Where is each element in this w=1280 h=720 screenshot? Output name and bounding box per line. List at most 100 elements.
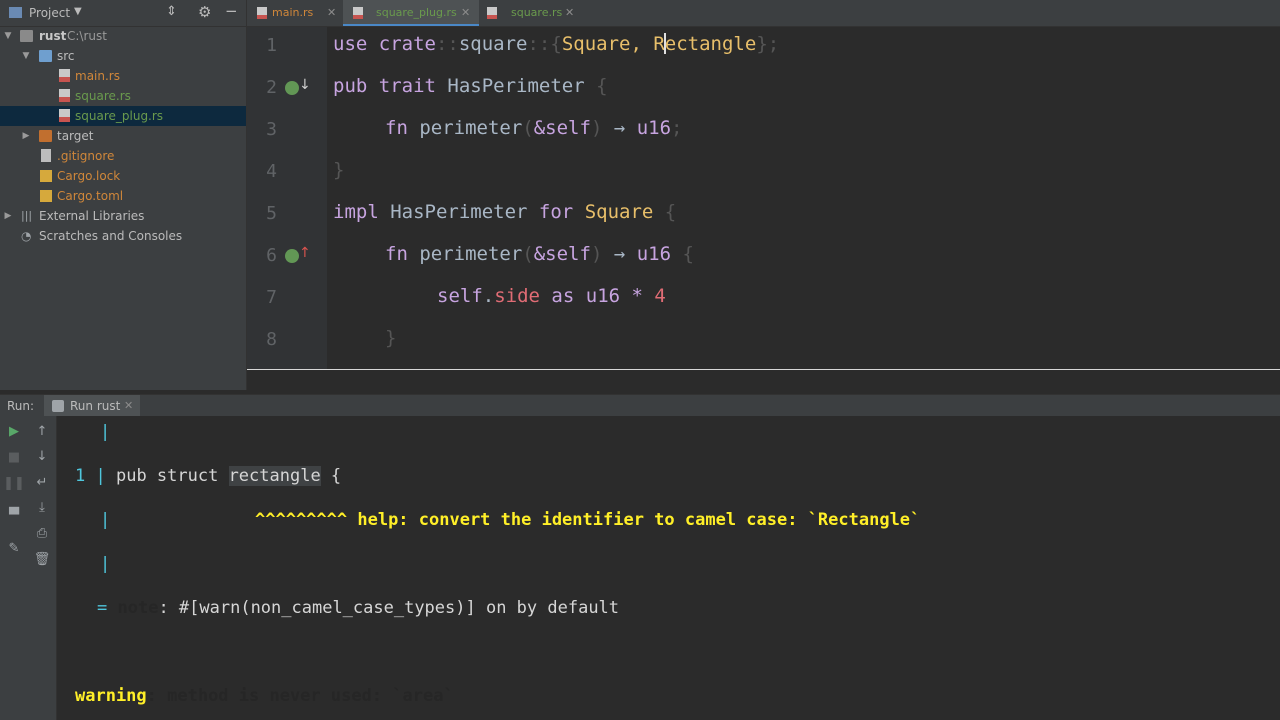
code-line-1: use crate::square::{Square, Rectangle};: [333, 33, 780, 55]
implementing-icon[interactable]: [285, 249, 299, 263]
rust-file-icon: [487, 7, 497, 19]
editor-divider[interactable]: [247, 369, 1280, 370]
tree-item-external-libraries[interactable]: ▶ ||| External Libraries: [0, 206, 246, 226]
tree-item-square-plug-rs[interactable]: square_plug.rs: [0, 106, 246, 126]
close-icon[interactable]: ✕: [565, 0, 574, 26]
up-icon[interactable]: ↑: [28, 420, 56, 444]
chevron-down-icon[interactable]: ▼: [20, 46, 32, 66]
trash-icon[interactable]: 🗑: [28, 548, 56, 572]
tree-item-label: square.rs: [75, 89, 131, 103]
arrow-up-icon[interactable]: ↑: [299, 245, 311, 261]
code-line-8: }: [385, 327, 397, 349]
line-number: 3: [266, 119, 277, 140]
console-line: |: [100, 422, 111, 442]
tree-item-label: rust: [39, 29, 67, 43]
tree-item-target[interactable]: ▶ target: [0, 126, 246, 146]
arrow-down-icon[interactable]: ↓: [299, 77, 311, 93]
tree-item-label: .gitignore: [57, 149, 115, 163]
tree-item-main-rs[interactable]: main.rs: [0, 66, 246, 86]
tree-item-label: src: [57, 49, 75, 63]
cargo-file-icon: [40, 170, 52, 182]
tree-item-cargo-toml[interactable]: Cargo.toml: [0, 186, 246, 206]
chevron-down-icon[interactable]: ▼: [2, 26, 14, 46]
tree-item-path: C:\rust: [67, 29, 107, 43]
project-view-icon: [9, 7, 22, 18]
run-tab-label: Run rust: [70, 399, 121, 413]
tab-main-rs[interactable]: main.rs ✕: [247, 0, 341, 26]
tree-item-scratches[interactable]: ◔ Scratches and Consoles: [0, 226, 246, 246]
line-number: 8: [266, 329, 277, 350]
tree-item-src[interactable]: ▼ src: [0, 46, 246, 66]
tree-item-label: Cargo.toml: [57, 189, 124, 203]
project-panel: Project ▼ ⇕ ⚙ − ▼ rust C:\rust ▼ src mai…: [0, 0, 247, 390]
code-line-5: impl HasPerimeter for Square {: [333, 201, 677, 223]
tree-item-cargo-lock[interactable]: Cargo.lock: [0, 166, 246, 186]
minimize-icon[interactable]: −: [225, 2, 238, 20]
chevron-right-icon[interactable]: ▶: [20, 126, 32, 146]
code-line-6: fn perimeter(&self) → u16 {: [385, 243, 694, 265]
chevron-right-icon[interactable]: ▶: [2, 206, 14, 226]
stop-icon[interactable]: ■: [0, 446, 28, 470]
tree-item-rust[interactable]: ▼ rust C:\rust: [0, 26, 246, 46]
close-icon[interactable]: ✕: [124, 399, 133, 412]
tab-run-rust[interactable]: Run rust ✕: [44, 395, 140, 417]
tab-square-rs[interactable]: square.rs ✕: [481, 0, 581, 26]
run-panel-header: Run: Run rust ✕: [0, 394, 1280, 417]
code-line-2: pub trait HasPerimeter {: [333, 75, 608, 97]
line-number: 7: [266, 287, 277, 308]
scroll-to-end-icon[interactable]: ⤓: [28, 496, 56, 520]
pin-icon[interactable]: ✎: [0, 537, 28, 561]
tree-item-gitignore[interactable]: .gitignore: [0, 146, 246, 166]
run-config-icon: [52, 400, 64, 412]
text-file-icon: [41, 149, 51, 162]
console-line: |: [100, 554, 111, 574]
close-icon[interactable]: ✕: [327, 0, 336, 26]
line-number: 6: [266, 245, 277, 266]
run-toolbar: ▶ ■ ❚❚ ▀ ✎ ↑ ↓ ↵ ⤓ ⎙ 🗑: [0, 416, 57, 720]
folder-icon: [20, 30, 33, 42]
code-line-4: }: [333, 159, 345, 181]
code-line-3: fn perimeter(&self) → u16;: [385, 117, 683, 139]
line-number: 2: [266, 77, 277, 98]
rust-file-icon: [59, 109, 70, 122]
pause-icon[interactable]: ❚❚: [0, 472, 28, 496]
line-number: 5: [266, 203, 277, 224]
folder-icon: [39, 130, 52, 142]
scratches-icon: ◔: [21, 229, 32, 243]
tree-item-label: External Libraries: [39, 209, 145, 223]
editor-tab-bar: main.rs ✕ square_plug.rs ✕ square.rs ✕: [247, 0, 1280, 27]
rust-file-icon: [257, 7, 267, 19]
tree-item-label: Cargo.lock: [57, 169, 121, 183]
print-icon[interactable]: ⎙: [28, 522, 56, 546]
close-icon[interactable]: ✕: [461, 0, 470, 26]
code-editor[interactable]: 1 2 3 4 5 6 7 8 ↓ ↑ use crate::square::{…: [247, 27, 1280, 370]
tree-item-label: Scratches and Consoles: [39, 229, 183, 243]
implemented-icon[interactable]: [285, 81, 299, 95]
down-icon[interactable]: ↓: [28, 445, 56, 469]
rust-file-icon: [59, 89, 70, 102]
line-number: 1: [266, 35, 277, 56]
rust-file-icon: [353, 7, 363, 19]
console-line: ^^^^^^^^^ help: convert the identifier t…: [255, 510, 921, 530]
line-number: 4: [266, 161, 277, 182]
project-header: Project ▼ ⇕ ⚙ −: [0, 0, 246, 27]
run-label: Run:: [7, 399, 35, 413]
gear-icon[interactable]: ⚙: [198, 3, 211, 21]
run-console[interactable]: | 1 | pub struct rectangle { | ^^^^^^^^^…: [57, 416, 1280, 720]
chevron-down-icon[interactable]: ▼: [74, 6, 82, 17]
layout-icon[interactable]: ▀: [0, 504, 28, 528]
tree-item-label: main.rs: [75, 69, 120, 83]
tab-label: square_plug.rs: [376, 6, 457, 19]
collapse-all-icon[interactable]: ⇕: [166, 4, 177, 19]
tab-label: square.rs: [511, 6, 563, 19]
tree-item-square-rs[interactable]: square.rs: [0, 86, 246, 106]
rerun-icon[interactable]: ▶: [0, 420, 28, 444]
tab-square-plug-rs[interactable]: square_plug.rs ✕: [343, 0, 479, 26]
console-line: = note: #[warn(non_camel_case_types)] on…: [97, 598, 620, 618]
console-line: 1 | pub struct rectangle {: [75, 466, 342, 486]
soft-wrap-icon[interactable]: ↵: [28, 471, 56, 495]
code-line-7: self.side as u16 * 4: [437, 285, 666, 307]
tab-label: main.rs: [272, 6, 314, 19]
editor-gutter: 1 2 3 4 5 6 7 8 ↓ ↑: [247, 27, 327, 370]
project-title[interactable]: Project: [29, 6, 70, 20]
